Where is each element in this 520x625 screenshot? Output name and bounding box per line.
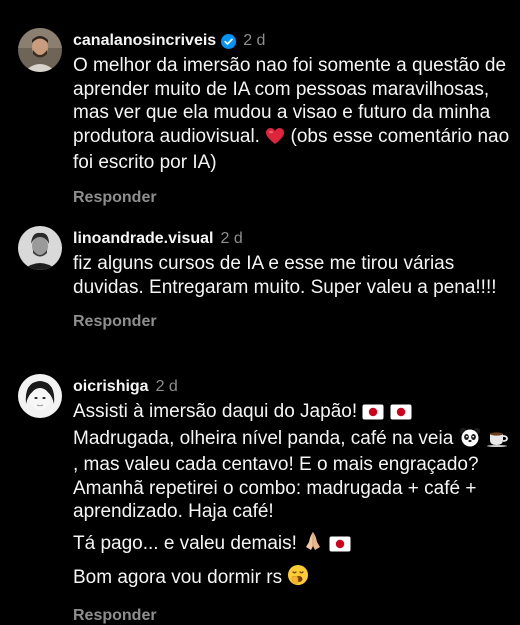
- avatar[interactable]: [18, 226, 62, 270]
- comment-text: Assisti à imersão daqui do Japão! Madrug…: [73, 400, 513, 593]
- username[interactable]: canalanosincriveis: [73, 32, 216, 50]
- reply-button[interactable]: Responder: [73, 607, 157, 625]
- comment-text-part: Bom agora vou dormir rs: [73, 567, 283, 588]
- heart-icon: [265, 127, 285, 152]
- coffee-icon: [486, 429, 510, 454]
- verified-badge-icon: [221, 33, 237, 49]
- timestamp: 2 d: [220, 230, 243, 247]
- japan-flag-icon: [390, 403, 412, 427]
- username[interactable]: linoandrade.visual: [73, 230, 213, 248]
- comment-text-part: Madrugada, olheira nível panda, café na …: [73, 427, 454, 449]
- reply-button[interactable]: Responder: [73, 313, 157, 331]
- timestamp: 2 d: [243, 32, 266, 49]
- avatar-image-icon: [18, 28, 62, 72]
- reply-button[interactable]: Responder: [73, 189, 157, 207]
- comment-paragraph: Tá pago... e valeu demais!: [73, 530, 513, 559]
- comment-paragraph: Assisti à imersão daqui do Japão! Madrug…: [73, 400, 513, 524]
- comment-text: O melhor da imersão nao foi somente a qu…: [73, 54, 513, 175]
- avatar-image-icon: [18, 226, 62, 270]
- praying-hands-icon: [302, 530, 324, 559]
- avatar[interactable]: [18, 28, 62, 72]
- comment-text-part: , mas valeu cada centavo! E o mais engra…: [73, 454, 479, 522]
- comment-text: fiz alguns cursos de IA e esse me tirou …: [73, 253, 497, 298]
- avatar-image-icon: [18, 374, 62, 418]
- japan-flag-icon: [362, 403, 384, 427]
- username[interactable]: oicrishiga: [73, 378, 149, 396]
- comments-list: canalanosincriveis 2 d O melhor da imers…: [0, 0, 520, 624]
- comment-text-part: Assisti à imersão daqui do Japão!: [73, 401, 358, 422]
- yawning-face-icon: [287, 564, 309, 593]
- japan-flag-icon: [329, 535, 351, 559]
- comment-paragraph: Bom agora vou dormir rs: [73, 564, 513, 593]
- comment-text-part: Tá pago... e valeu demais!: [73, 532, 297, 554]
- timestamp: 2 d: [155, 378, 178, 395]
- avatar[interactable]: [18, 374, 62, 418]
- panda-icon: [459, 427, 481, 454]
